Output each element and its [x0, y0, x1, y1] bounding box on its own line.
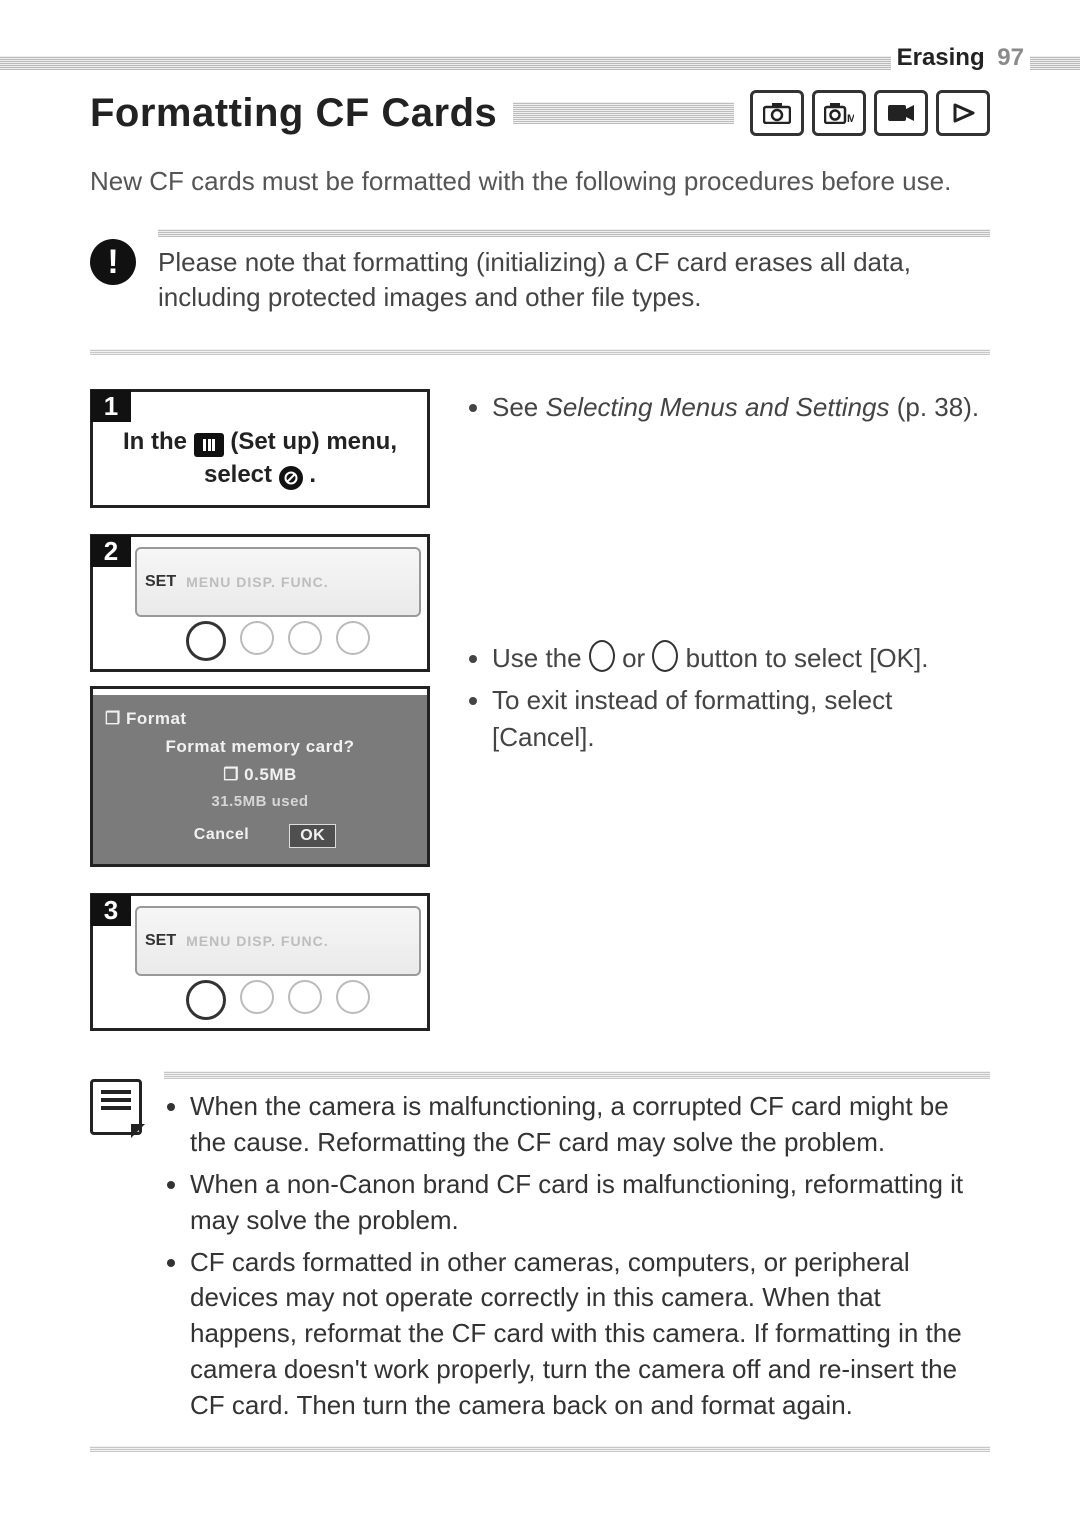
lcd-screen: ❐ Format Format memory card? ❐ 0.5MB 31.… [93, 695, 427, 864]
stripe-divider [90, 1446, 990, 1452]
omni-selector-icon [186, 980, 226, 1020]
wheel-icon [336, 621, 370, 655]
wheel-icon [288, 980, 322, 1014]
step-2-card: 2 SET MENU DISP. FUNC. [90, 534, 430, 672]
reference-title: Selecting Menus and Settings [546, 392, 890, 422]
camera-icon [750, 90, 804, 136]
movie-icon [874, 90, 928, 136]
section-name: Erasing [897, 44, 985, 71]
stripe-divider [158, 229, 990, 237]
lcd-cancel: Cancel [184, 824, 259, 848]
wheel-icon [288, 621, 322, 655]
list-item: When a non-Canon brand CF card is malfun… [190, 1167, 990, 1239]
text: Use the [492, 643, 589, 673]
wheel-icon [336, 980, 370, 1014]
step-1-description: See Selecting Menus and Settings (p. 38)… [466, 389, 990, 431]
setup-menu-icon [194, 433, 224, 457]
step-number: 2 [91, 535, 131, 567]
list-item: CF cards formatted in other cameras, com… [190, 1245, 990, 1424]
right-button-icon [652, 640, 678, 672]
lcd-title: ❐ Format [101, 709, 419, 729]
list-item: Use the or button to select [OK]. [492, 640, 990, 676]
caution-body: Please note that formatting (initializin… [158, 229, 990, 315]
page-number: 97 [997, 44, 1024, 71]
mode-icons: M [750, 90, 990, 136]
title-divider [513, 102, 734, 124]
text: . [309, 461, 316, 488]
text: (Set up) menu, [230, 428, 397, 455]
lcd-question: Format memory card? [101, 737, 419, 757]
caution-text: Please note that formatting (initializin… [158, 245, 990, 315]
list-item: To exit instead of formatting, select [C… [492, 682, 990, 755]
warning-icon: ! [90, 239, 136, 285]
camera-m-icon: M [812, 90, 866, 136]
running-header: Erasing 97 [90, 40, 990, 70]
lcd-ok: OK [289, 824, 336, 848]
set-label: SET [145, 573, 176, 591]
svg-text:M: M [847, 113, 854, 124]
text: or [622, 643, 652, 673]
play-icon [936, 90, 990, 136]
omni-selector-icon [186, 621, 226, 661]
running-header-text: Erasing 97 [891, 44, 1030, 72]
wheel-icon [240, 621, 274, 655]
stripe-divider [90, 349, 990, 355]
dial-wheels [135, 621, 421, 661]
dial-labels: MENU DISP. FUNC. [186, 574, 329, 590]
step-2-lcd: ❐ Format Format memory card? ❐ 0.5MB 31.… [90, 686, 430, 867]
manual-page: Erasing 97 Formatting CF Cards M New CF … [0, 0, 1080, 1512]
step-2-card-group: 2 SET MENU DISP. FUNC. ❐ Format Format m… [90, 534, 430, 867]
step-1-instruction: In the (Set up) menu, select . [105, 404, 415, 491]
step-number: 3 [91, 894, 131, 926]
notes-icon [90, 1079, 142, 1135]
text: In the [123, 428, 194, 455]
page-title: Formatting CF Cards [90, 91, 497, 136]
caution-callout: ! Please note that formatting (initializ… [90, 229, 990, 315]
format-icon [279, 466, 303, 490]
step-2-description: Use the or button to select [OK]. To exi… [466, 640, 990, 761]
lcd-used: 31.5MB used [101, 793, 419, 810]
text: (p. 38). [897, 392, 979, 422]
left-button-icon [589, 640, 615, 672]
text: See [492, 392, 546, 422]
lcd-buttons: Cancel OK [101, 824, 419, 848]
list-item: See Selecting Menus and Settings (p. 38)… [492, 389, 990, 425]
wheel-icon [240, 980, 274, 1014]
dial-labels: MENU DISP. FUNC. [186, 933, 329, 949]
title-row: Formatting CF Cards M [90, 90, 990, 136]
notes-callout: When the camera is malfunctioning, a cor… [90, 1071, 990, 1430]
stripe-divider [164, 1071, 990, 1079]
text: button to select [OK]. [686, 643, 929, 673]
camera-dial-panel: SET MENU DISP. FUNC. [135, 906, 421, 976]
notes-list: When the camera is malfunctioning, a cor… [164, 1089, 990, 1424]
intro-text: New CF cards must be formatted with the … [90, 164, 990, 199]
set-label: SET [145, 932, 176, 950]
camera-dial-panel: SET MENU DISP. FUNC. [135, 547, 421, 617]
steps-grid: 1 In the (Set up) menu, select . See Sel [90, 389, 990, 1031]
step-number: 1 [91, 390, 131, 422]
list-item: When the camera is malfunctioning, a cor… [190, 1089, 990, 1161]
step-3-card: 3 SET MENU DISP. FUNC. [90, 893, 430, 1031]
notes-body: When the camera is malfunctioning, a cor… [164, 1071, 990, 1430]
text: select [204, 461, 279, 488]
step-1-card: 1 In the (Set up) menu, select . [90, 389, 430, 508]
lcd-size: ❐ 0.5MB [101, 765, 419, 785]
dial-wheels [135, 980, 421, 1020]
